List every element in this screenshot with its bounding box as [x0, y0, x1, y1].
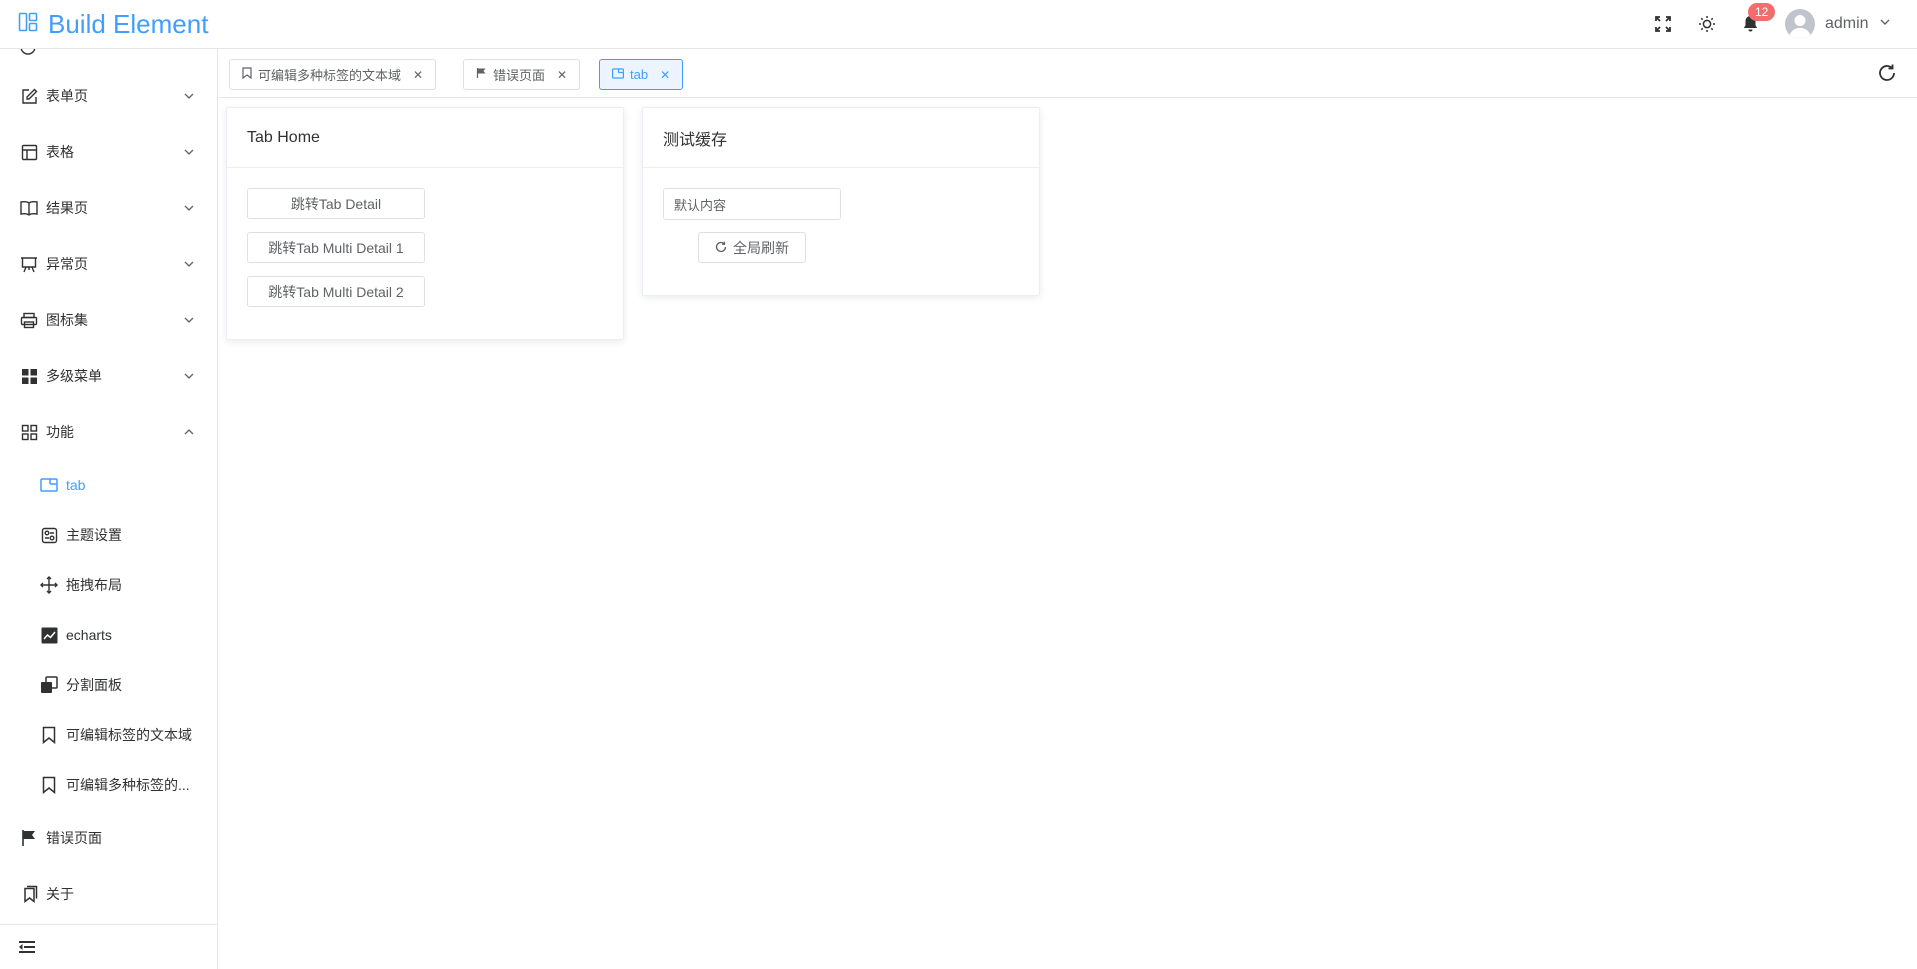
sidebar-item-label: 表单页: [46, 88, 88, 104]
printer-icon: [20, 311, 38, 329]
goto-tab-multi-detail-2-button[interactable]: 跳转Tab Multi Detail 2: [247, 276, 425, 307]
window-icon: [40, 476, 58, 494]
flag-icon: [476, 67, 487, 82]
sidebar-item-label: 结果页: [46, 200, 88, 216]
chart-icon: [40, 626, 58, 644]
table-icon: [20, 143, 38, 161]
chevron-down-icon: [184, 93, 194, 99]
sidebar-subitem-label: 分割面板: [66, 677, 122, 693]
goto-tab-detail-button[interactable]: 跳转Tab Detail: [247, 188, 425, 219]
sidebar-item-label: 关于: [46, 886, 74, 902]
refresh-icon: [715, 240, 727, 256]
theme-icon: [40, 526, 58, 544]
sidebar-subitem-label: echarts: [66, 627, 112, 643]
sidebar-subitem-tab[interactable]: tab: [0, 465, 217, 505]
tab-tag-textarea[interactable]: 可编辑多种标签的文本域 ✕: [229, 59, 437, 90]
bookmarks-icon: [20, 885, 38, 903]
global-refresh-button[interactable]: 全局刷新: [698, 232, 806, 263]
notification-badge: 12: [1748, 3, 1776, 21]
tabs-bar: 可编辑多种标签的文本域 ✕ 错误页面 ✕ tab ✕: [218, 49, 1917, 98]
close-icon[interactable]: ✕: [557, 68, 567, 82]
sidebar-item-table[interactable]: 表格: [0, 132, 217, 172]
sidebar-item-result[interactable]: 结果页: [0, 188, 217, 228]
button-label: 全局刷新: [733, 239, 789, 256]
chevron-down-icon: [184, 373, 194, 379]
tab-label: tab: [630, 67, 649, 82]
collapse-menu-icon[interactable]: [18, 939, 36, 960]
sidebar-item-error-page[interactable]: 错误页面: [0, 818, 217, 858]
bookmark-icon: [40, 776, 58, 794]
tab-error-page[interactable]: 错误页面 ✕: [463, 59, 581, 90]
tab-home-card: Tab Home 跳转Tab Detail 跳转Tab Multi Detail…: [226, 107, 624, 340]
chevron-down-icon: [184, 261, 194, 267]
flag-icon: [20, 829, 38, 847]
user-name: admin: [1825, 15, 1869, 32]
fullscreen-icon[interactable]: [1652, 13, 1674, 35]
top-header: Build Element 12 admin: [0, 0, 1917, 49]
sidebar-item-label: 表格: [46, 144, 74, 160]
avatar: [1785, 9, 1815, 39]
brand[interactable]: Build Element: [18, 9, 208, 39]
sidebar-subitem-label: 主题设置: [66, 527, 122, 543]
sidebar-footer: [0, 924, 217, 969]
sidebar-item-features[interactable]: 功能: [0, 412, 217, 452]
edit-icon: [20, 87, 38, 105]
sidebar-item-about[interactable]: 关于: [0, 874, 217, 914]
card-title: Tab Home: [227, 108, 623, 168]
chevron-up-icon: [184, 429, 194, 435]
apps-icon: [20, 423, 38, 441]
bookmark-icon: [242, 67, 252, 82]
tab-tab[interactable]: tab ✕: [599, 59, 684, 90]
sidebar-subitem-tag-textarea[interactable]: 可编辑标签的文本域: [0, 715, 217, 755]
scrolled-item-icon: [20, 49, 36, 60]
sidebar-subitem-theme[interactable]: 主题设置: [0, 515, 217, 555]
easel-icon: [20, 255, 38, 273]
book-icon: [20, 199, 38, 217]
sidebar-item-label: 多级菜单: [46, 368, 102, 384]
sidebar-subitem-label: 可编辑多种标签的...: [66, 777, 190, 793]
sidebar-subitem-multi-tag-textarea[interactable]: 可编辑多种标签的...: [0, 765, 217, 805]
sidebar: 表单页 表格 结果页 异常页 图标集 多级菜单 功能 tab 主题设置 拖拽布局…: [0, 49, 218, 969]
bookmark-icon: [40, 726, 58, 744]
cache-input[interactable]: [663, 188, 841, 220]
close-icon[interactable]: ✕: [413, 68, 423, 82]
sidebar-subitem-label: 拖拽布局: [66, 577, 122, 593]
sidebar-subitem-drag[interactable]: 拖拽布局: [0, 565, 217, 605]
sidebar-item-icons[interactable]: 图标集: [0, 300, 217, 340]
chevron-down-icon: [184, 205, 194, 211]
goto-tab-multi-detail-1-button[interactable]: 跳转Tab Multi Detail 1: [247, 232, 425, 263]
sidebar-item-label: 错误页面: [46, 830, 102, 846]
card-title: 测试缓存: [643, 108, 1039, 168]
sidebar-subitem-label: 可编辑标签的文本域: [66, 727, 192, 743]
chevron-down-icon: [1879, 15, 1891, 33]
tab-label: 错误页面: [493, 68, 546, 83]
sidebar-subitem-echarts[interactable]: echarts: [0, 615, 217, 655]
grid-icon: [20, 367, 38, 385]
user-dropdown[interactable]: admin: [1785, 9, 1891, 39]
sidebar-item-form[interactable]: 表单页: [0, 76, 217, 116]
tab-label: 可编辑多种标签的文本域: [258, 68, 402, 83]
sidebar-item-multilevel[interactable]: 多级菜单: [0, 356, 217, 396]
logo-icon: [18, 12, 38, 37]
chevron-down-icon: [184, 317, 194, 323]
sidebar-item-label: 图标集: [46, 312, 88, 328]
sidebar-item-exception[interactable]: 异常页: [0, 244, 217, 284]
move-icon: [40, 576, 58, 594]
app-title: Build Element: [48, 9, 209, 39]
sidebar-item-label: 功能: [46, 424, 74, 440]
copy-icon: [40, 676, 58, 694]
chevron-down-icon: [184, 149, 194, 155]
refresh-icon[interactable]: [1877, 63, 1897, 88]
sidebar-item-label: 异常页: [46, 256, 88, 272]
sun-icon[interactable]: [1696, 13, 1718, 35]
window-icon: [612, 67, 625, 82]
cache-test-card: 测试缓存 全局刷新: [642, 107, 1040, 296]
close-icon[interactable]: ✕: [660, 68, 670, 82]
sidebar-subitem-split[interactable]: 分割面板: [0, 665, 217, 705]
sidebar-subitem-label: tab: [66, 477, 86, 493]
